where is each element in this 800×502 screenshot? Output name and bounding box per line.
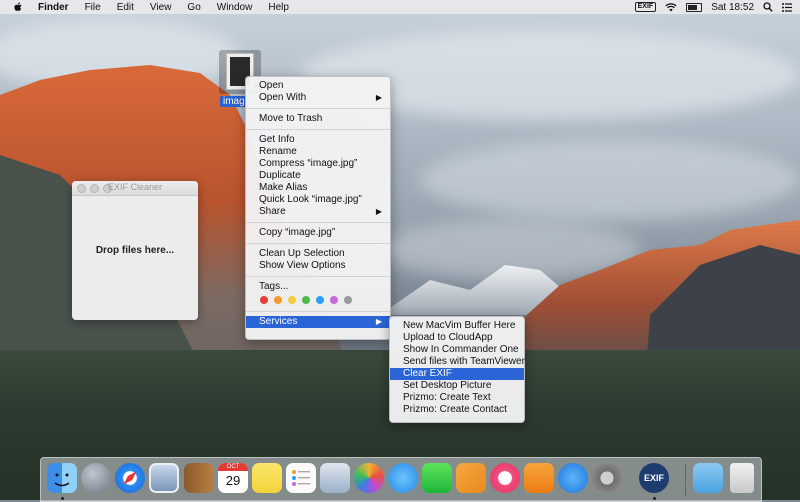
menu-item-open[interactable]: Open bbox=[246, 80, 390, 92]
tag-blue[interactable] bbox=[316, 296, 324, 304]
menu-item-show-view-options[interactable]: Show View Options bbox=[246, 260, 390, 272]
dock-separator bbox=[685, 464, 686, 496]
calendar-month: OCT bbox=[218, 463, 248, 471]
tag-red[interactable] bbox=[260, 296, 268, 304]
menu-finder[interactable]: Finder bbox=[38, 2, 69, 13]
menu-item-label: Share bbox=[259, 206, 286, 217]
services-submenu: New MacVim Buffer Here Upload to CloudAp… bbox=[389, 316, 525, 423]
image-capture-icon[interactable] bbox=[320, 463, 350, 493]
facetime-icon[interactable] bbox=[422, 463, 452, 493]
calendar-icon[interactable]: OCT 29 bbox=[218, 463, 248, 493]
menu-item-rename[interactable]: Rename bbox=[246, 146, 390, 158]
window-titlebar[interactable]: EXIF Cleaner bbox=[72, 181, 198, 196]
menu-go[interactable]: Go bbox=[187, 2, 200, 13]
launchpad-icon[interactable] bbox=[81, 463, 111, 493]
menu-help[interactable]: Help bbox=[268, 2, 289, 13]
desktop-file-label[interactable]: image.jpg bbox=[220, 96, 248, 107]
tag-color-row bbox=[246, 293, 390, 307]
tag-orange[interactable] bbox=[274, 296, 282, 304]
messages-icon[interactable] bbox=[388, 463, 418, 493]
downloads-folder-icon[interactable] bbox=[693, 463, 723, 493]
menu-item-make-alias[interactable]: Make Alias bbox=[246, 182, 390, 194]
system-preferences-icon[interactable] bbox=[592, 463, 622, 493]
menu-item-label: Services bbox=[259, 316, 298, 327]
service-show-in-commander-one[interactable]: Show In Commander One bbox=[390, 344, 524, 356]
menu-item-copy[interactable]: Copy “image.jpg” bbox=[246, 227, 390, 239]
battery-icon[interactable] bbox=[686, 2, 703, 12]
trash-icon[interactable] bbox=[730, 463, 754, 493]
menu-item-tags[interactable]: Tags... bbox=[246, 281, 390, 293]
list-icon[interactable] bbox=[782, 2, 792, 12]
safari-icon[interactable] bbox=[115, 463, 145, 493]
service-prizmo-create-text[interactable]: Prizmo: Create Text bbox=[390, 392, 524, 404]
service-clear-exif[interactable]: Clear EXIF bbox=[390, 368, 524, 380]
menu-item-label: Open With bbox=[259, 92, 307, 103]
context-menu: Open Open With ▶ Move to Trash Get Info R… bbox=[245, 76, 391, 340]
clock[interactable]: Sat 18:52 bbox=[711, 2, 754, 13]
itunes-icon[interactable] bbox=[490, 463, 520, 493]
tag-gray[interactable] bbox=[344, 296, 352, 304]
menu-item-share[interactable]: Share ▶ bbox=[246, 206, 390, 218]
exif-cleaner-window[interactable]: EXIF Cleaner Drop files here... bbox=[72, 181, 198, 320]
menu-separator bbox=[246, 129, 390, 130]
dock: OCT 29 EXIF bbox=[40, 457, 762, 502]
exif-status-item[interactable]: EXIF bbox=[634, 2, 657, 12]
reminders-icon[interactable] bbox=[286, 463, 316, 493]
service-new-macvim-buffer[interactable]: New MacVim Buffer Here bbox=[390, 320, 524, 332]
menu-edit[interactable]: Edit bbox=[117, 2, 134, 13]
service-set-desktop-picture[interactable]: Set Desktop Picture bbox=[390, 380, 524, 392]
tag-yellow[interactable] bbox=[288, 296, 296, 304]
menu-view[interactable]: View bbox=[150, 2, 172, 13]
notes-book-icon[interactable] bbox=[184, 463, 214, 493]
calendar-day: 29 bbox=[225, 473, 241, 488]
photos-icon[interactable] bbox=[354, 463, 384, 493]
tag-purple[interactable] bbox=[330, 296, 338, 304]
menu-separator bbox=[246, 108, 390, 109]
menu-item-quick-look[interactable]: Quick Look “image.jpg” bbox=[246, 194, 390, 206]
menu-bar: Finder File Edit View Go Window Help EXI… bbox=[0, 0, 800, 14]
submenu-arrow-icon: ▶ bbox=[375, 93, 382, 102]
menu-item-duplicate[interactable]: Duplicate bbox=[246, 170, 390, 182]
menu-separator bbox=[246, 276, 390, 277]
menu-separator bbox=[246, 311, 390, 312]
menu-item-compress[interactable]: Compress “image.jpg” bbox=[246, 158, 390, 170]
service-send-files-teamviewer[interactable]: Send files with TeamViewer bbox=[390, 356, 525, 368]
wifi-icon[interactable] bbox=[665, 2, 677, 12]
tag-green[interactable] bbox=[302, 296, 310, 304]
search-icon[interactable] bbox=[763, 2, 773, 12]
apple-icon[interactable] bbox=[12, 2, 24, 12]
submenu-arrow-icon: ▶ bbox=[375, 207, 382, 216]
service-upload-to-cloudapp[interactable]: Upload to CloudApp bbox=[390, 332, 524, 344]
window-title: EXIF Cleaner bbox=[107, 182, 163, 192]
drop-zone-text[interactable]: Drop files here... bbox=[72, 245, 198, 256]
stickies-icon[interactable] bbox=[252, 463, 282, 493]
preview-icon[interactable] bbox=[149, 463, 179, 493]
menu-separator bbox=[246, 243, 390, 244]
pages-icon[interactable] bbox=[456, 463, 486, 493]
menu-item-move-to-trash[interactable]: Move to Trash bbox=[246, 113, 390, 125]
exif-app-icon[interactable]: EXIF bbox=[639, 463, 669, 493]
menu-file[interactable]: File bbox=[85, 2, 101, 13]
menu-item-clean-up-selection[interactable]: Clean Up Selection bbox=[246, 248, 390, 260]
submenu-arrow-icon: ▶ bbox=[375, 317, 382, 326]
exif-app-label: EXIF bbox=[643, 473, 664, 483]
app-store-icon[interactable] bbox=[558, 463, 588, 493]
menu-item-get-info[interactable]: Get Info bbox=[246, 134, 390, 146]
finder-icon[interactable] bbox=[47, 463, 77, 493]
menu-item-open-with[interactable]: Open With ▶ bbox=[246, 92, 390, 104]
ibooks-icon[interactable] bbox=[524, 463, 554, 493]
menu-separator bbox=[246, 222, 390, 223]
menu-window[interactable]: Window bbox=[217, 2, 253, 13]
service-prizmo-create-contact[interactable]: Prizmo: Create Contact bbox=[390, 404, 524, 416]
menu-item-services[interactable]: Services ▶ bbox=[246, 316, 390, 328]
